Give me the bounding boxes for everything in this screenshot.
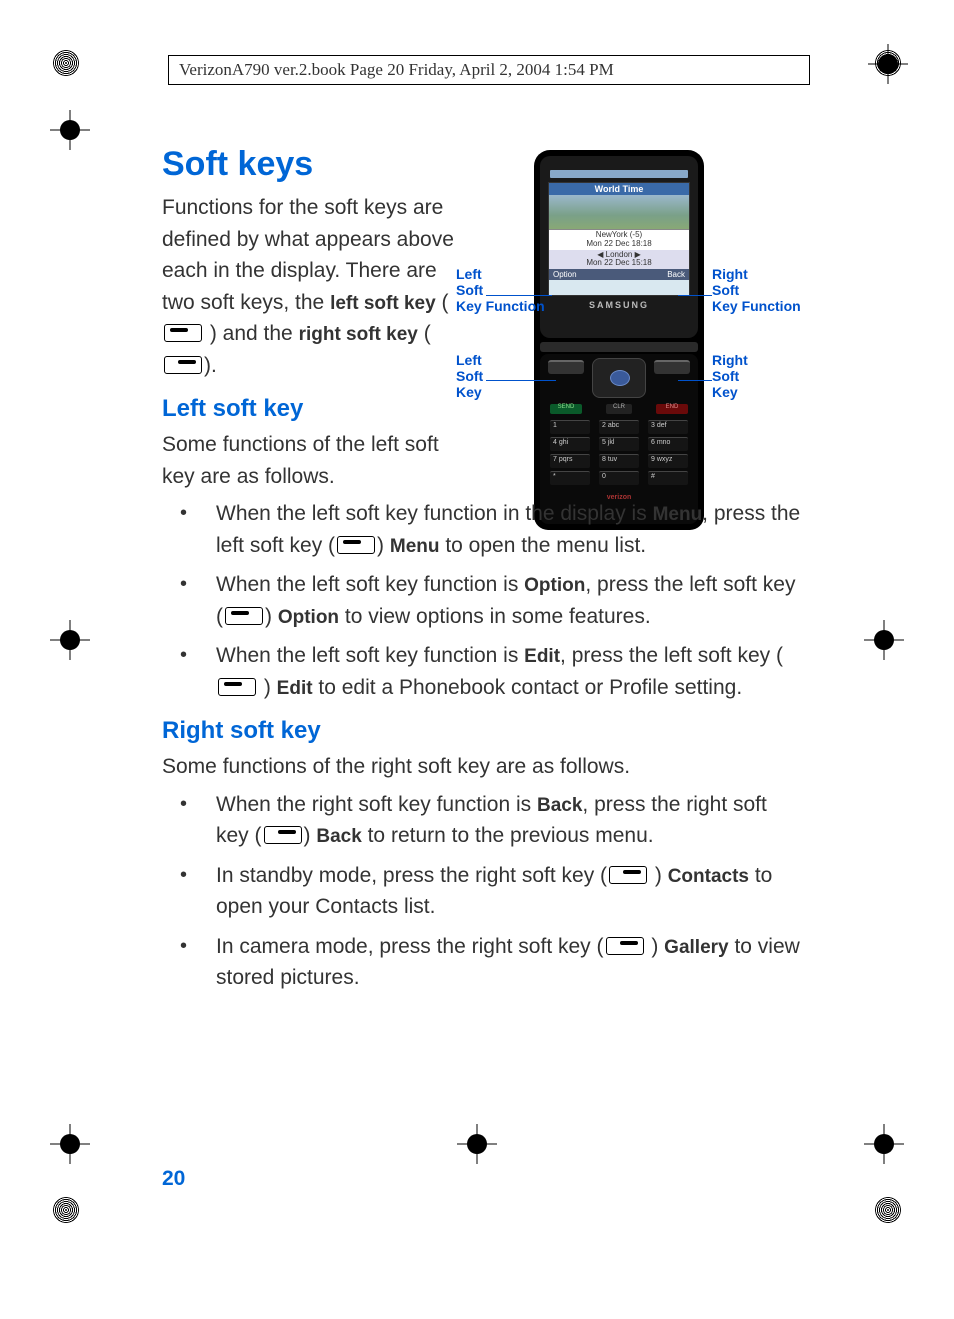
registration-mark [875, 1197, 901, 1223]
crop-mark-icon [868, 44, 908, 84]
page-number: 20 [162, 1167, 185, 1191]
right-softkey-icon [609, 866, 647, 884]
registration-mark [53, 1197, 79, 1223]
left-softkey-icon [164, 324, 202, 342]
crop-mark-icon [864, 620, 904, 660]
list-item: When the left soft key function is Edit,… [162, 640, 802, 703]
left-softkey-icon [218, 678, 256, 696]
right-softkey-icon [606, 937, 644, 955]
left-bullet-list: When the left soft key function in the d… [162, 498, 802, 703]
registration-mark [53, 50, 79, 76]
intro-paragraph: Functions for the soft keys are defined … [162, 192, 457, 381]
right-softkey-icon [264, 826, 302, 844]
list-item: When the left soft key function in the d… [162, 498, 802, 561]
right-bullet-list: When the right soft key function is Back… [162, 789, 802, 994]
left-softkey-icon [225, 607, 263, 625]
right-softkey-icon [164, 356, 202, 374]
list-item: In standby mode, press the right soft ke… [162, 860, 802, 923]
list-item: When the right soft key function is Back… [162, 789, 802, 852]
crop-mark-icon [50, 110, 90, 150]
crop-mark-icon [864, 1124, 904, 1164]
page-content: Soft keys Functions for the soft keys ar… [162, 145, 802, 1002]
crop-mark-icon [457, 1124, 497, 1164]
heading-right-soft-key: Right soft key [162, 717, 802, 745]
left-softkey-icon [337, 536, 375, 554]
crop-mark-icon [50, 620, 90, 660]
print-header: VerizonA790 ver.2.book Page 20 Friday, A… [168, 55, 810, 85]
heading-soft-keys: Soft keys [162, 145, 802, 184]
list-item: In camera mode, press the right soft key… [162, 931, 802, 994]
right-intro: Some functions of the right soft key are… [162, 751, 802, 783]
crop-mark-icon [50, 1124, 90, 1164]
list-item: When the left soft key function is Optio… [162, 569, 802, 632]
heading-left-soft-key: Left soft key [162, 395, 802, 423]
left-intro: Some functions of the left soft key are … [162, 429, 462, 492]
